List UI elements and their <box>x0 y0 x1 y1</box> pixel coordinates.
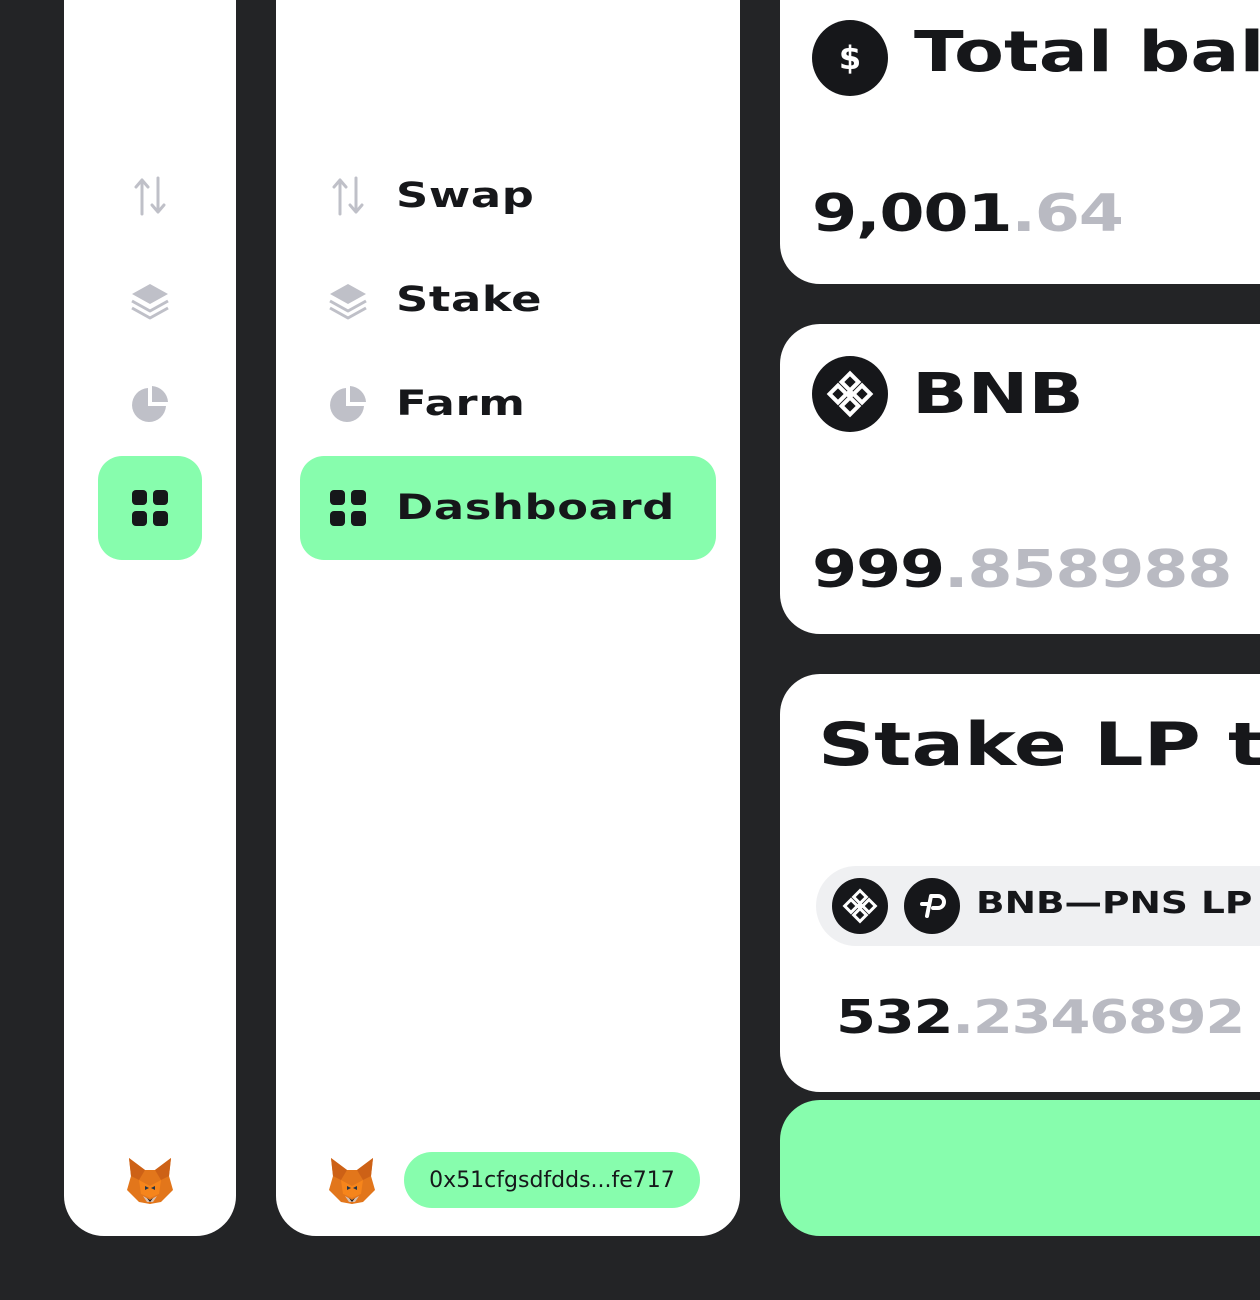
nav-item-label: Stake <box>396 280 543 320</box>
sidebar-item-stake[interactable] <box>98 248 202 352</box>
bnb-icon <box>812 356 888 432</box>
nav-item-dashboard[interactable]: Dashboard <box>300 456 716 560</box>
pie-chart-icon <box>330 386 366 422</box>
svg-text:$: $ <box>839 39 861 77</box>
swap-arrows-icon <box>332 176 364 216</box>
lp-pair-selector[interactable]: BNB—PNS LP <box>816 866 1260 946</box>
stake-lp-amount: 532.2346892 <box>836 990 1245 1044</box>
bnb-balance-card: BNB 999.858988 <box>780 324 1260 634</box>
sidebar-collapsed <box>64 0 236 1236</box>
grid-icon <box>132 490 168 526</box>
pie-chart-icon <box>132 386 168 422</box>
dollar-icon: $ <box>812 20 888 96</box>
sidebar-item-swap[interactable] <box>98 144 202 248</box>
nav-item-farm[interactable]: Farm <box>300 352 716 456</box>
nav-item-label: Swap <box>396 176 535 216</box>
sidebar-expanded: Swap Stake Farm Dashboard 0x51cfgsdfdds.… <box>276 0 740 1236</box>
layers-icon <box>329 284 367 320</box>
total-balance-card: $ Total bala 9,001.64 <box>780 0 1260 284</box>
nav-item-swap[interactable]: Swap <box>300 144 716 248</box>
sidebar-item-farm[interactable] <box>98 352 202 456</box>
sidebar-item-dashboard[interactable] <box>98 456 202 560</box>
nav-item-stake[interactable]: Stake <box>300 248 716 352</box>
swap-arrows-icon <box>134 176 166 216</box>
lp-pair-label: BNB—PNS LP <box>976 886 1253 921</box>
nav-item-label: Dashboard <box>396 488 675 528</box>
layers-icon <box>131 284 169 320</box>
wallet-address-button[interactable]: 0x51cfgsdfdds...fe717 <box>404 1152 700 1208</box>
total-balance-amount: 9,001.64 <box>812 184 1124 244</box>
bnb-title: BNB <box>912 362 1084 427</box>
grid-icon <box>330 490 366 526</box>
pns-icon <box>904 878 960 934</box>
stake-action-button[interactable] <box>780 1100 1260 1236</box>
stake-lp-card: Stake LP t BNB—PNS LP 532.2346892 <box>780 674 1260 1092</box>
bnb-amount: 999.858988 <box>812 540 1232 600</box>
nav-item-label: Farm <box>396 384 526 424</box>
metamask-fox-icon[interactable] <box>125 1156 175 1206</box>
stake-lp-title: Stake LP t <box>818 710 1260 780</box>
total-balance-title: Total bala <box>914 20 1260 85</box>
bnb-icon <box>832 878 888 934</box>
metamask-fox-icon[interactable] <box>327 1156 377 1206</box>
